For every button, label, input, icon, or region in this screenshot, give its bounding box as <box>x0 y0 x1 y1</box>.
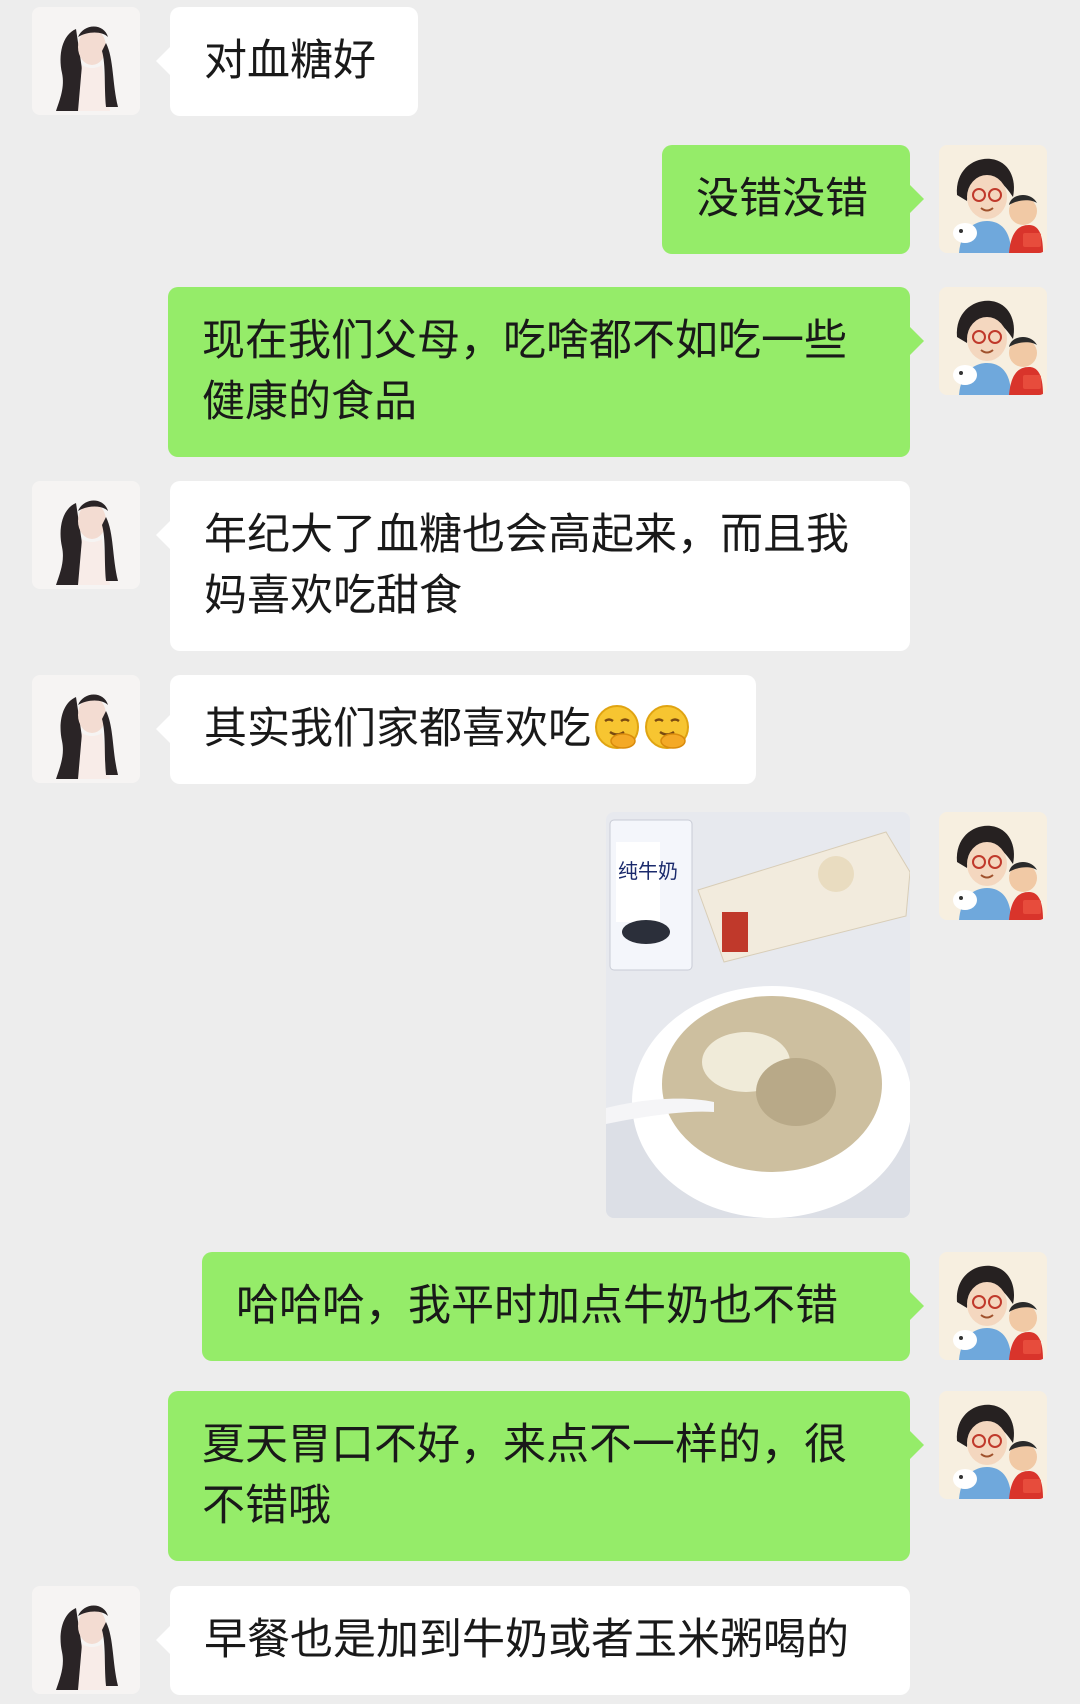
carton-label: 纯牛奶 <box>618 859 678 883</box>
friend-avatar[interactable] <box>32 7 140 115</box>
my-avatar[interactable] <box>939 1252 1047 1360</box>
my-avatar[interactable] <box>939 287 1047 395</box>
my-avatar[interactable] <box>939 1391 1047 1499</box>
message-text: 对血糖好 <box>204 36 376 86</box>
message-bubble-outgoing[interactable]: 没错没错 <box>662 145 924 254</box>
message-bubble-incoming[interactable]: 年纪大了血糖也会高起来，而且我妈喜欢吃甜食 <box>156 481 910 651</box>
my-avatar[interactable] <box>939 145 1047 253</box>
message-bubble-incoming[interactable]: 对血糖好 <box>156 7 418 116</box>
message-bubble-incoming[interactable]: 早餐也是加到牛奶或者玉米粥喝的 <box>156 1586 910 1695</box>
message-bubble-outgoing[interactable]: 现在我们父母，吃啥都不如吃一些健康的食品 <box>168 287 924 457</box>
message-bubble-incoming[interactable]: 其实我们家都喜欢吃 <box>156 675 756 784</box>
message-text: 现在我们父母，吃啥都不如吃一些健康的食品 <box>202 316 847 427</box>
milk-carton: 纯牛奶 <box>609 819 693 971</box>
shared-photo[interactable]: 纯牛奶 <box>606 812 910 1218</box>
friend-avatar[interactable] <box>32 1586 140 1694</box>
message-bubble-outgoing[interactable]: 夏天胃口不好，来点不一样的，很不错哦 <box>168 1391 924 1561</box>
smirk-hand-emoji <box>645 705 689 749</box>
chat-thread: 对血糖好 没错没错 现在我们父母，吃啥都不如吃一些健康的食品 年纪大了血糖也会高… <box>0 0 1080 1704</box>
my-avatar[interactable] <box>939 812 1047 920</box>
friend-avatar[interactable] <box>32 675 140 783</box>
message-text: 年纪大了血糖也会高起来，而且我妈喜欢吃甜食 <box>204 510 849 621</box>
message-text: 没错没错 <box>696 174 868 224</box>
message-bubble-outgoing[interactable]: 哈哈哈，我平时加点牛奶也不错 <box>202 1252 924 1361</box>
message-text: 早餐也是加到牛奶或者玉米粥喝的 <box>204 1615 849 1665</box>
friend-avatar[interactable] <box>32 481 140 589</box>
message-text: 其实我们家都喜欢吃 <box>204 704 591 754</box>
message-text: 夏天胃口不好，来点不一样的，很不错哦 <box>202 1420 847 1531</box>
smirk-hand-emoji <box>595 705 639 749</box>
message-text: 哈哈哈，我平时加点牛奶也不错 <box>236 1281 838 1331</box>
